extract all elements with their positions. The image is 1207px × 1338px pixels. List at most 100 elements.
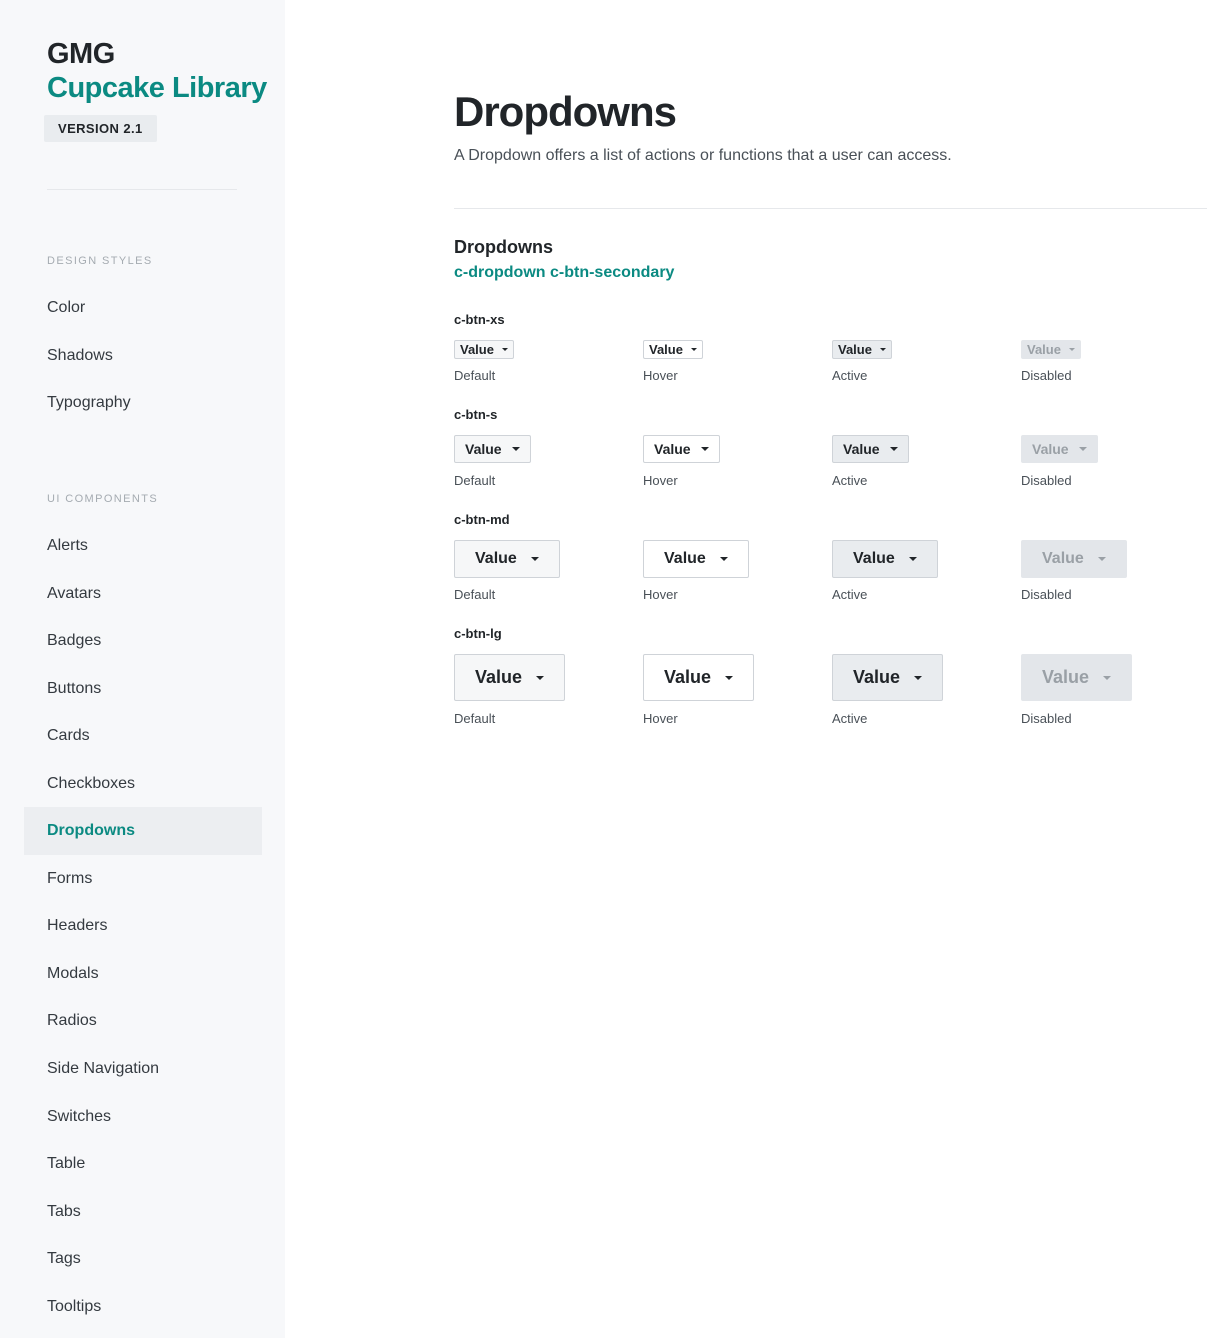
caret-down-icon: [1078, 447, 1087, 451]
caret-down-icon: [1103, 675, 1112, 680]
sidebar-item-tags[interactable]: Tags: [24, 1235, 262, 1283]
sidebar-item-buttons[interactable]: Buttons: [24, 665, 262, 713]
caret-down-icon: [700, 447, 709, 451]
dropdown-value: Value: [853, 667, 901, 687]
dropdown-lg-hover-cell: Value: [643, 654, 755, 701]
dropdown-value: Value: [1032, 441, 1069, 457]
dropdown-s-hover[interactable]: Value: [643, 435, 720, 463]
size-label-xs: c-btn-xs: [454, 312, 505, 327]
sidebar-divider: [47, 189, 237, 190]
dropdown-md-active[interactable]: Value: [832, 540, 938, 578]
state-label-disabled: Disabled: [1021, 587, 1072, 602]
sidebar-item-side-navigation[interactable]: Side Navigation: [24, 1045, 262, 1093]
dropdown-lg-hover[interactable]: Value: [643, 654, 755, 701]
dropdown-md-hover-cell: Value: [643, 540, 749, 578]
state-label-default: Default: [454, 473, 496, 488]
dropdown-md-hover[interactable]: Value: [643, 540, 749, 578]
sidebar-item-forms[interactable]: Forms: [24, 855, 262, 903]
dropdown-value: Value: [1027, 342, 1061, 357]
state-label-hover: Hover: [643, 473, 678, 488]
dropdown-xs-hover-cell: Value: [643, 340, 703, 359]
state-label-default: Default: [454, 587, 496, 602]
sidebar-item-badges[interactable]: Badges: [24, 617, 262, 665]
size-label-s: c-btn-s: [454, 407, 498, 422]
caret-down-icon: [501, 348, 508, 351]
dropdown-md-active-cell: Value: [832, 540, 938, 578]
sidebar-item-cards[interactable]: Cards: [24, 712, 262, 760]
dropdown-xs-disabled: Value: [1021, 340, 1081, 359]
caret-down-icon: [889, 447, 898, 451]
state-label-hover: Hover: [643, 711, 678, 726]
state-label-active: Active: [832, 368, 868, 383]
dropdown-value: Value: [475, 667, 523, 687]
dropdown-value: Value: [853, 550, 895, 567]
dropdown-md-disabled: Value: [1021, 540, 1127, 578]
dropdown-xs-disabled-cell: Value: [1021, 340, 1081, 359]
section-heading-design-styles: DESIGN STYLES: [47, 255, 153, 267]
caret-down-icon: [1097, 557, 1106, 561]
caret-down-icon: [1068, 348, 1075, 351]
dropdown-md-default-cell: Value: [454, 540, 560, 578]
dropdown-value: Value: [475, 550, 517, 567]
sidebar-item-tooltips[interactable]: Tooltips: [24, 1283, 262, 1331]
section-heading-ui-components: UI COMPONENTS: [47, 493, 159, 505]
sidebar-item-modals[interactable]: Modals: [24, 950, 262, 998]
dropdown-lg-disabled-cell: Value: [1021, 654, 1133, 701]
caret-down-icon: [690, 348, 697, 351]
sidebar-item-shadows[interactable]: Shadows: [24, 332, 262, 380]
sidebar-item-dropdowns[interactable]: Dropdowns: [24, 807, 262, 855]
content-divider: [454, 208, 1207, 209]
nav-list-design-styles: Color Shadows Typography: [24, 284, 262, 427]
version-badge: VERSION 2.1: [44, 115, 157, 142]
state-label-disabled: Disabled: [1021, 711, 1072, 726]
sidebar-item-alerts[interactable]: Alerts: [24, 522, 262, 570]
sidebar-item-switches[interactable]: Switches: [24, 1093, 262, 1141]
section-title: Dropdowns: [454, 237, 553, 257]
page-description: A Dropdown offers a list of actions or f…: [454, 147, 952, 164]
dropdown-value: Value: [465, 441, 502, 457]
state-label-disabled: Disabled: [1021, 368, 1072, 383]
caret-down-icon: [511, 447, 520, 451]
dropdown-value: Value: [460, 342, 494, 357]
dropdown-xs-default-cell: Value: [454, 340, 514, 359]
sidebar-item-typography[interactable]: Typography: [24, 379, 262, 427]
dropdown-s-active[interactable]: Value: [832, 435, 909, 463]
sidebar-item-table[interactable]: Table: [24, 1140, 262, 1188]
state-label-default: Default: [454, 368, 496, 383]
brand-subtitle: Cupcake Library: [47, 72, 267, 104]
caret-down-icon: [908, 557, 917, 561]
state-label-hover: Hover: [643, 587, 678, 602]
size-label-lg: c-btn-lg: [454, 626, 502, 641]
size-label-md: c-btn-md: [454, 512, 510, 527]
dropdown-lg-default-cell: Value: [454, 654, 566, 701]
sidebar-item-headers[interactable]: Headers: [24, 902, 262, 950]
dropdown-lg-default[interactable]: Value: [454, 654, 566, 701]
section-class-name: c-dropdown c-btn-secondary: [454, 264, 675, 281]
sidebar-item-tabs[interactable]: Tabs: [24, 1188, 262, 1236]
sidebar-item-avatars[interactable]: Avatars: [24, 570, 262, 618]
dropdown-value: Value: [664, 550, 706, 567]
dropdown-value: Value: [843, 441, 880, 457]
dropdown-xs-hover[interactable]: Value: [643, 340, 703, 359]
dropdown-s-disabled-cell: Value: [1021, 435, 1098, 463]
dropdown-lg-disabled: Value: [1021, 654, 1133, 701]
dropdown-xs-default[interactable]: Value: [454, 340, 514, 359]
dropdown-s-default[interactable]: Value: [454, 435, 531, 463]
sidebar-item-checkboxes[interactable]: Checkboxes: [24, 760, 262, 808]
state-label-active: Active: [832, 587, 868, 602]
dropdown-xs-active[interactable]: Value: [832, 340, 892, 359]
dropdown-value: Value: [654, 441, 691, 457]
dropdown-lg-active[interactable]: Value: [832, 654, 944, 701]
dropdown-md-default[interactable]: Value: [454, 540, 560, 578]
caret-down-icon: [719, 557, 728, 561]
sidebar-item-radios[interactable]: Radios: [24, 997, 262, 1045]
dropdown-s-active-cell: Value: [832, 435, 909, 463]
sidebar-item-color[interactable]: Color: [24, 284, 262, 332]
caret-down-icon: [914, 675, 923, 680]
dropdown-xs-active-cell: Value: [832, 340, 892, 359]
dropdown-s-default-cell: Value: [454, 435, 531, 463]
dropdown-s-disabled: Value: [1021, 435, 1098, 463]
dropdown-value: Value: [1042, 550, 1084, 567]
nav-list-ui-components: Alerts Avatars Badges Buttons Cards Chec…: [24, 522, 262, 1330]
state-label-active: Active: [832, 473, 868, 488]
